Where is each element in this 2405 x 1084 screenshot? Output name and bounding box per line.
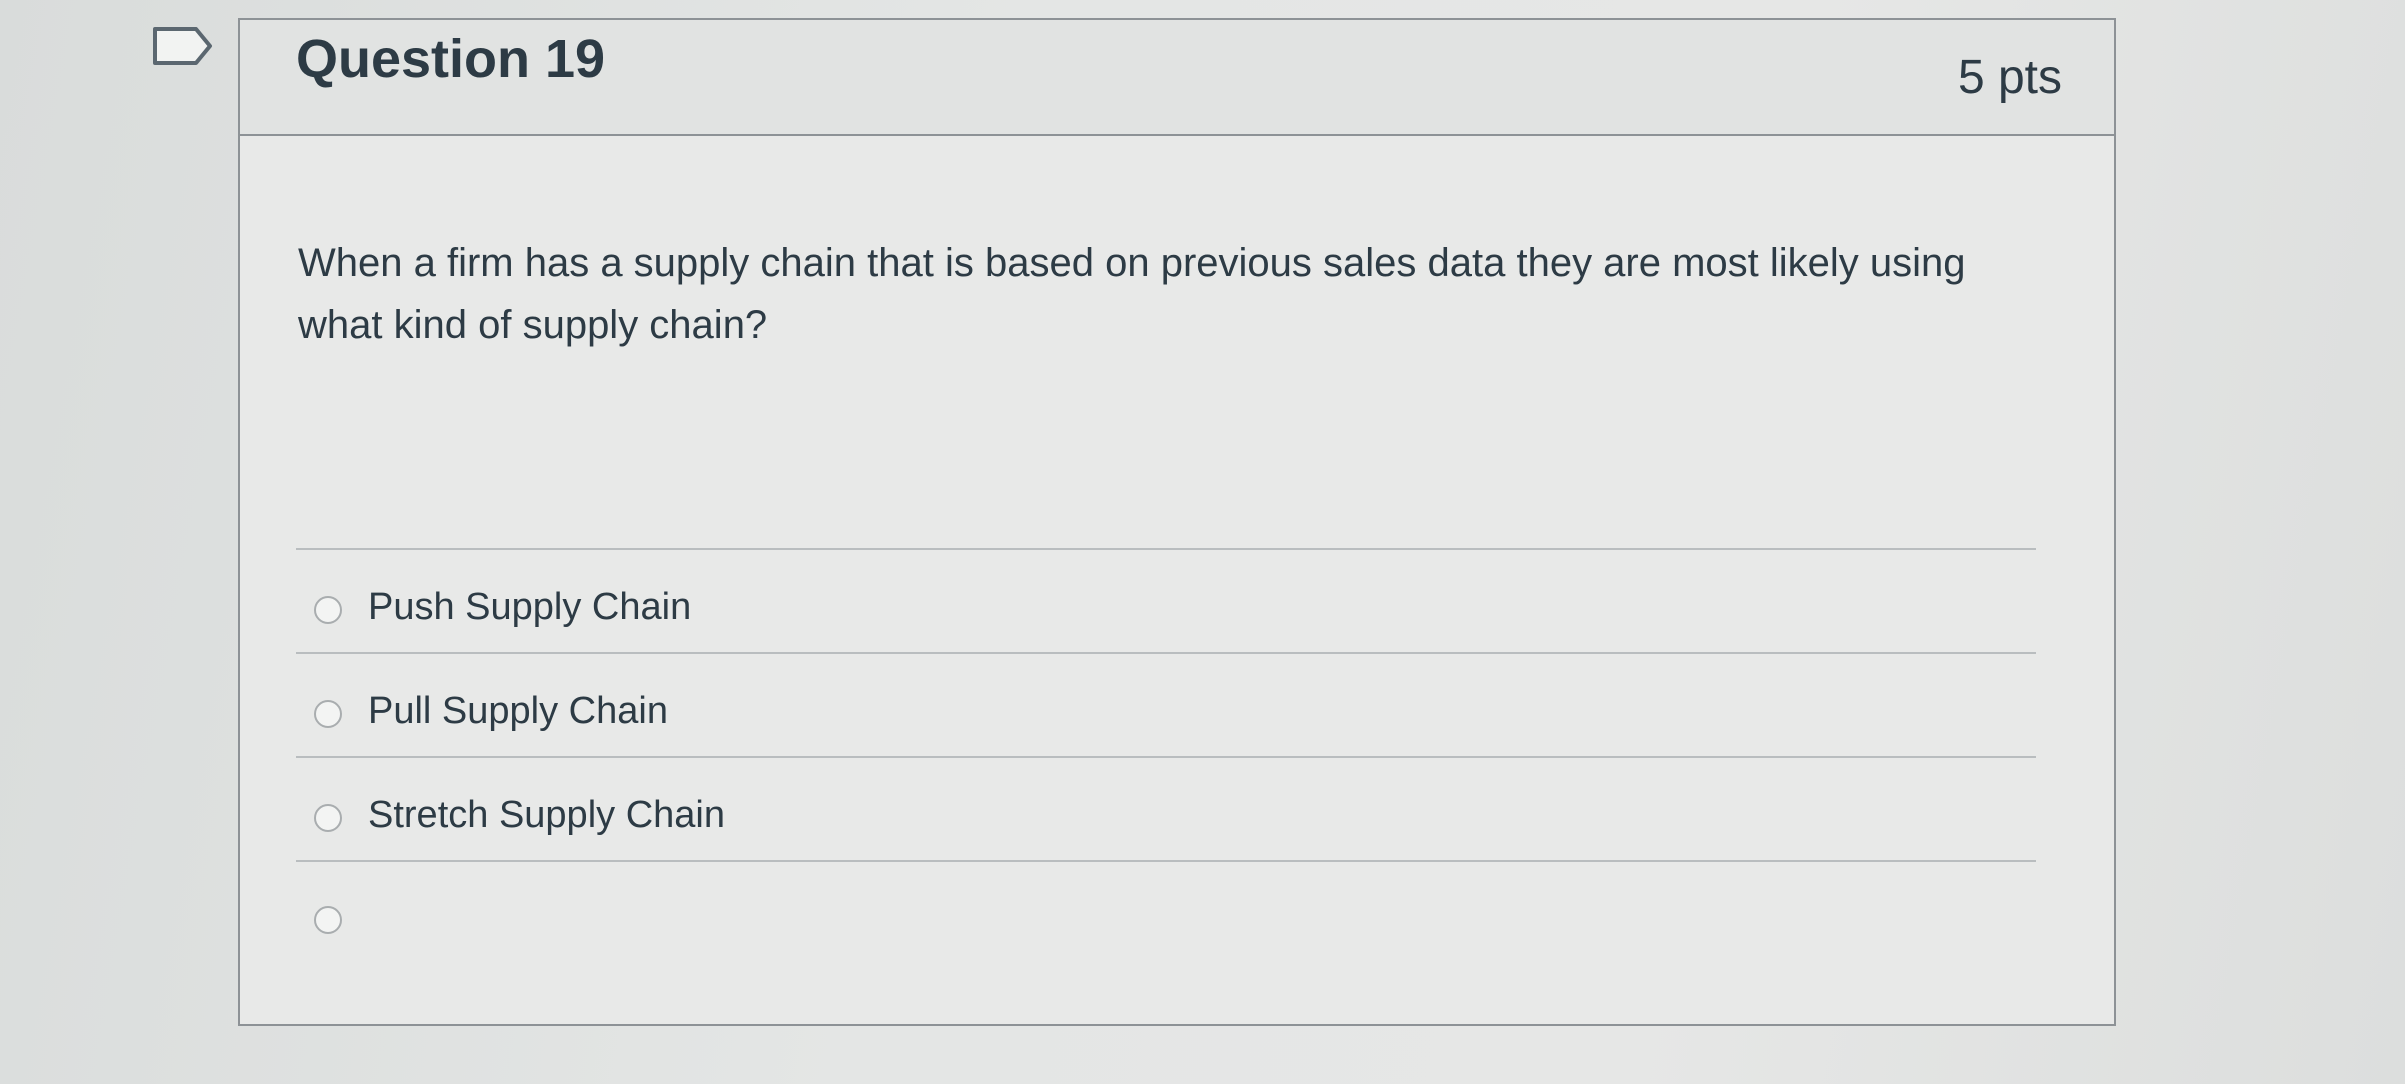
question-title: Question 19 — [296, 29, 606, 89]
answer-label[interactable]: Push Supply Chain — [368, 586, 691, 629]
radio-button[interactable] — [314, 906, 342, 934]
answer-list: Push Supply Chain Pull Supply Chain Stre… — [296, 548, 2036, 1000]
answer-option-4[interactable] — [296, 860, 2036, 1000]
flag-question-icon[interactable] — [152, 26, 214, 66]
radio-button[interactable] — [314, 804, 342, 832]
answer-option-push[interactable]: Push Supply Chain — [296, 548, 2036, 652]
question-text: When a firm has a supply chain that is b… — [298, 241, 1966, 347]
radio-button[interactable] — [314, 700, 342, 728]
question-card: Question 19 5 pts When a firm has a supp… — [238, 18, 2116, 1026]
question-points: 5 pts — [1957, 51, 2062, 104]
answer-option-stretch[interactable]: Stretch Supply Chain — [296, 756, 2036, 860]
answer-label[interactable]: Stretch Supply Chain — [368, 794, 725, 837]
answer-option-pull[interactable]: Pull Supply Chain — [296, 652, 2036, 756]
radio-button[interactable] — [314, 596, 342, 624]
question-header: Question 19 5 pts — [240, 20, 2114, 136]
answer-label[interactable]: Pull Supply Chain — [368, 690, 668, 733]
